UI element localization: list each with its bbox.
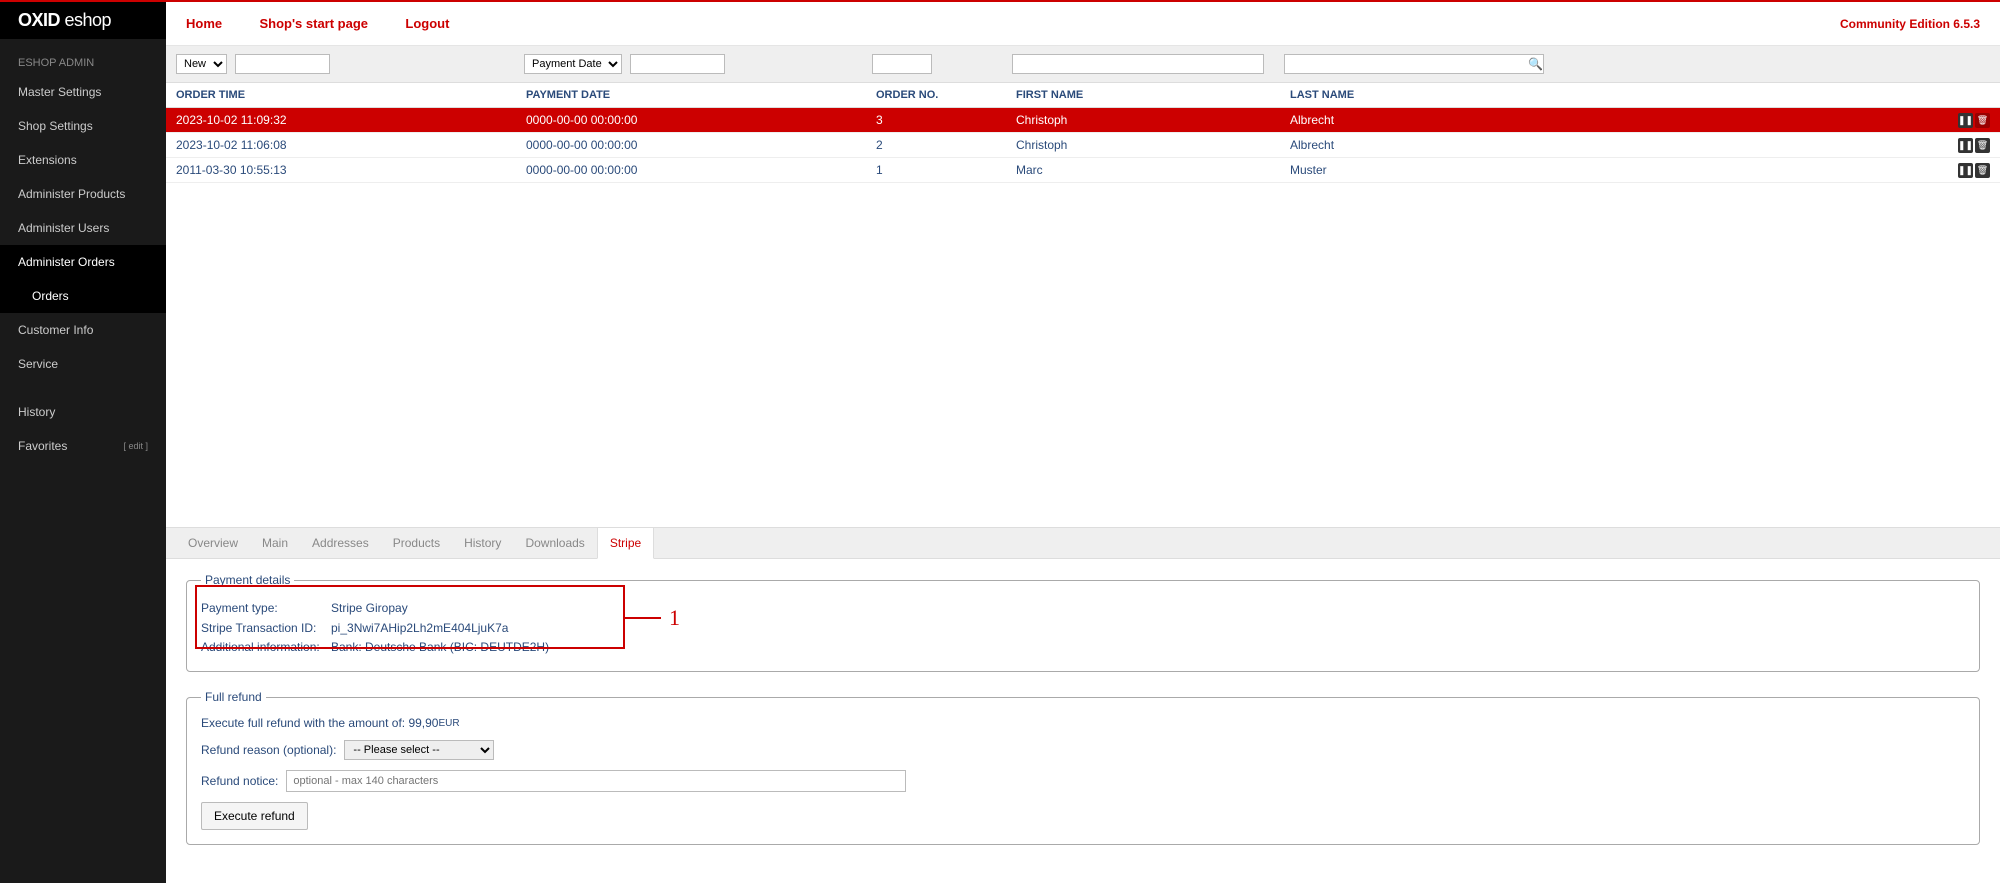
sidebar-item-history[interactable]: History [0, 395, 166, 429]
payment-details-legend: Payment details [201, 573, 294, 587]
refund-notice-label: Refund notice: [201, 774, 278, 788]
cell-ono: 1 [866, 158, 1006, 183]
order-time-filter-input[interactable] [235, 54, 330, 74]
orders-table: ORDER TIME PAYMENT DATE ORDER NO. FIRST … [166, 83, 2000, 183]
full-refund-fieldset: Full refund Execute full refund with the… [186, 690, 1980, 845]
cell-ono: 3 [866, 108, 1006, 133]
delete-icon[interactable]: 🗑 [1975, 138, 1990, 153]
cell-actions: ❚❚🗑 [1946, 133, 2000, 158]
payment-details-fieldset: Payment details Payment type: Stripe Gir… [186, 573, 1980, 672]
nav-logout[interactable]: Logout [405, 16, 449, 31]
cell-time: 2023-10-02 11:09:32 [166, 108, 516, 133]
sidebar-item-administer-users[interactable]: Administer Users [0, 211, 166, 245]
table-row[interactable]: 2023-10-02 11:06:080000-00-00 00:00:002C… [166, 133, 2000, 158]
admin-label: ESHOP ADMIN [0, 39, 166, 75]
detail-panel: Payment details Payment type: Stripe Gir… [166, 559, 2000, 883]
edition-label: Community Edition 6.5.3 [1840, 17, 1980, 31]
main-area: Home Shop's start page Logout Community … [166, 2, 2000, 883]
sidebar-item-customer-info[interactable]: Customer Info [0, 313, 166, 347]
cell-time: 2023-10-02 11:06:08 [166, 133, 516, 158]
cell-fname: Christoph [1006, 108, 1280, 133]
table-row[interactable]: 2011-03-30 10:55:130000-00-00 00:00:001M… [166, 158, 2000, 183]
search-button[interactable]: 🔍 [1528, 57, 1543, 71]
stripe-transaction-id-label: Stripe Transaction ID: [201, 619, 331, 638]
sidebar-item-administer-orders[interactable]: Administer Orders [0, 245, 166, 279]
last-name-filter-input[interactable] [1284, 54, 1544, 74]
ship-icon[interactable]: ❚❚ [1958, 138, 1973, 153]
cell-fname: Christoph [1006, 133, 1280, 158]
sidebar-subitem-orders[interactable]: Orders [0, 279, 166, 313]
tab-overview[interactable]: Overview [176, 528, 250, 558]
refund-amount-currency: EUR [438, 718, 459, 729]
ship-icon[interactable]: ❚❚ [1958, 163, 1973, 178]
tab-products[interactable]: Products [381, 528, 452, 558]
full-refund-legend: Full refund [201, 690, 266, 704]
col-header-order-time[interactable]: ORDER TIME [166, 83, 516, 108]
sidebar-item-extensions[interactable]: Extensions [0, 143, 166, 177]
header: Home Shop's start page Logout Community … [166, 2, 2000, 46]
tab-addresses[interactable]: Addresses [300, 528, 381, 558]
cell-pdate: 0000-00-00 00:00:00 [516, 108, 866, 133]
refund-notice-input[interactable] [286, 770, 906, 792]
col-header-order-no[interactable]: ORDER NO. [866, 83, 1006, 108]
sidebar-item-service[interactable]: Service [0, 347, 166, 381]
table-row[interactable]: 2023-10-02 11:09:320000-00-00 00:00:003C… [166, 108, 2000, 133]
search-icon: 🔍 [1528, 57, 1543, 71]
cell-actions: ❚❚🗑 [1946, 108, 2000, 133]
cell-pdate: 0000-00-00 00:00:00 [516, 158, 866, 183]
col-header-first-name[interactable]: FIRST NAME [1006, 83, 1280, 108]
logo-bold: OXID [18, 10, 60, 30]
cell-fname: Marc [1006, 158, 1280, 183]
tab-stripe[interactable]: Stripe [597, 528, 654, 559]
payment-type-value: Stripe Giropay [331, 599, 408, 618]
refund-amount-text: Execute full refund with the amount of: … [201, 716, 438, 730]
delete-icon[interactable]: 🗑 [1975, 113, 1990, 128]
col-header-last-name[interactable]: LAST NAME [1280, 83, 1946, 108]
sidebar-item-administer-products[interactable]: Administer Products [0, 177, 166, 211]
sidebar: OXID eshop ESHOP ADMIN Master Settings S… [0, 2, 166, 883]
cell-time: 2011-03-30 10:55:13 [166, 158, 516, 183]
header-links: Home Shop's start page Logout [186, 16, 483, 31]
sidebar-item-master-settings[interactable]: Master Settings [0, 75, 166, 109]
annotation-line [625, 617, 661, 619]
filter-bar: New Payment Date 🔍 [166, 46, 2000, 83]
logo-thin: eshop [60, 10, 111, 30]
sidebar-item-favorites[interactable]: Favorites [ edit ] [0, 429, 166, 463]
order-no-filter-input[interactable] [872, 54, 932, 74]
nav-home[interactable]: Home [186, 16, 222, 31]
col-header-actions [1946, 83, 2000, 108]
cell-lname: Muster [1280, 158, 1946, 183]
refund-reason-select[interactable]: -- Please select -- [344, 740, 494, 760]
sidebar-item-shop-settings[interactable]: Shop Settings [0, 109, 166, 143]
payment-type-label: Payment type: [201, 599, 331, 618]
cell-actions: ❚❚🗑 [1946, 158, 2000, 183]
payment-date-filter-select[interactable]: Payment Date [524, 54, 622, 74]
first-name-filter-input[interactable] [1012, 54, 1264, 74]
cell-lname: Albrecht [1280, 108, 1946, 133]
stripe-transaction-id-value: pi_3Nwi7AHip2Lh2mE404LjuK7a [331, 619, 508, 638]
ship-icon[interactable]: ❚❚ [1958, 113, 1973, 128]
status-filter-select[interactable]: New [176, 54, 227, 74]
cell-ono: 2 [866, 133, 1006, 158]
favorites-edit-link[interactable]: [ edit ] [123, 441, 148, 451]
logo: OXID eshop [0, 2, 166, 39]
annotation-number: 1 [669, 605, 680, 631]
additional-info-value: Bank: Deutsche Bank (BIC: DEUTDE2H) [331, 638, 549, 657]
cell-pdate: 0000-00-00 00:00:00 [516, 133, 866, 158]
refund-reason-label: Refund reason (optional): [201, 743, 336, 757]
col-header-payment-date[interactable]: PAYMENT DATE [516, 83, 866, 108]
detail-tabs: Overview Main Addresses Products History… [166, 527, 2000, 559]
execute-refund-button[interactable]: Execute refund [201, 802, 308, 830]
favorites-label: Favorites [18, 439, 67, 453]
nav-shop-start[interactable]: Shop's start page [259, 16, 368, 31]
list-spacer [166, 183, 2000, 527]
tab-main[interactable]: Main [250, 528, 300, 558]
cell-lname: Albrecht [1280, 133, 1946, 158]
tab-downloads[interactable]: Downloads [513, 528, 596, 558]
additional-info-label: Additional information: [201, 638, 331, 657]
delete-icon[interactable]: 🗑 [1975, 163, 1990, 178]
payment-date-filter-input[interactable] [630, 54, 725, 74]
tab-history[interactable]: History [452, 528, 513, 558]
